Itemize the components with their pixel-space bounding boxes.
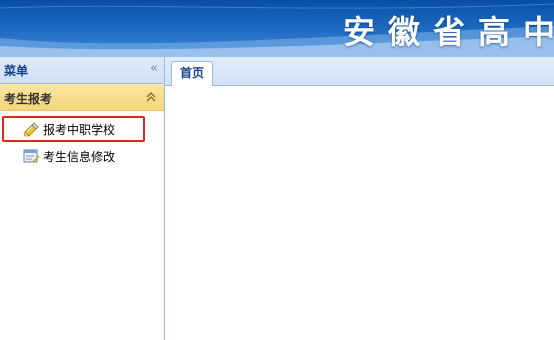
- notepad-pen-icon: [23, 122, 39, 137]
- tab-label: 首页: [179, 66, 204, 80]
- menu-item-label: 考生信息修改: [43, 149, 116, 164]
- menu-title: 菜单: [4, 64, 29, 78]
- tab-content-panel: [165, 86, 554, 340]
- menu-item-edit-student-info[interactable]: 考生信息修改: [22, 146, 115, 166]
- collapse-left-icon[interactable]: «: [150, 62, 158, 76]
- menu-group-header[interactable]: 考生报考: [0, 84, 164, 111]
- sidebar-menu: 菜单 « 考生报考 报考中职学校 考生信息修改: [0, 57, 165, 340]
- tab-strip: 首页: [165, 57, 554, 86]
- main-content: 首页: [165, 57, 554, 340]
- top-banner: 安徽省高中: [0, 0, 554, 57]
- banner-title: 安徽省高中: [342, 13, 554, 51]
- menu-item-label: 报考中职学校: [43, 122, 116, 137]
- tab-home[interactable]: 首页: [171, 61, 213, 86]
- menu-header: 菜单 «: [0, 57, 164, 84]
- chevron-up-double-icon[interactable]: [145, 91, 157, 103]
- form-edit-icon: [23, 149, 40, 163]
- menu-group-title: 考生报考: [4, 92, 53, 106]
- menu-item-apply-vocational-school[interactable]: 报考中职学校: [22, 119, 115, 139]
